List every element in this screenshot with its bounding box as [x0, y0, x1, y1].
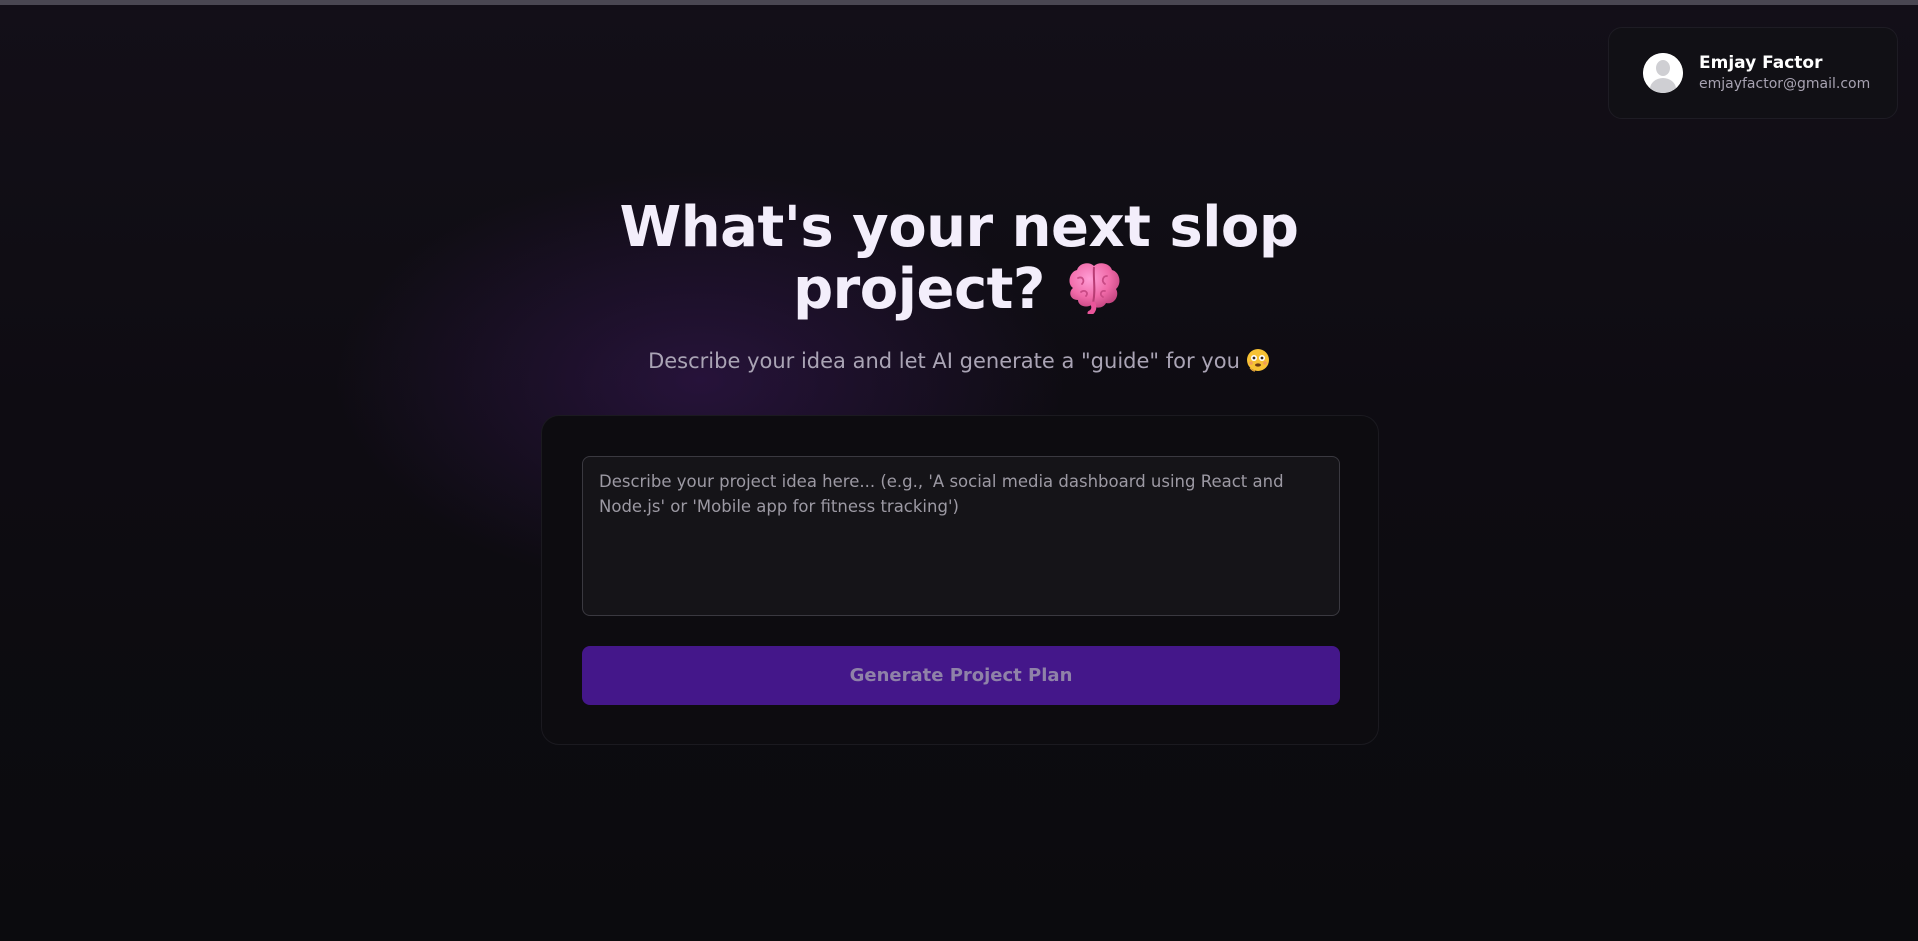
page-title: What's your next slop project? — [599, 198, 1319, 326]
project-form-card: Generate Project Plan — [541, 415, 1379, 745]
flushed-face-icon — [1246, 348, 1270, 378]
user-info: Emjay Factor emjayfactor@gmail.com — [1699, 53, 1870, 93]
user-name: Emjay Factor — [1699, 53, 1823, 73]
project-idea-input[interactable] — [582, 456, 1340, 616]
generate-project-plan-button[interactable]: Generate Project Plan — [582, 646, 1340, 705]
brain-icon — [1063, 258, 1125, 326]
user-profile-card[interactable]: Emjay Factor emjayfactor@gmail.com — [1608, 27, 1898, 119]
top-border — [0, 0, 1918, 5]
page-subtitle: Describe your idea and let AI generate a… — [0, 348, 1918, 378]
user-email: emjayfactor@gmail.com — [1699, 76, 1871, 92]
user-silhouette-icon — [1643, 53, 1683, 93]
hero-section: What's your next slop project? Describe … — [0, 198, 1918, 378]
avatar[interactable] — [1643, 53, 1683, 93]
page-subtitle-text: Describe your idea and let AI generate a… — [648, 349, 1240, 373]
page-title-text: What's your next slop project? — [619, 195, 1299, 322]
